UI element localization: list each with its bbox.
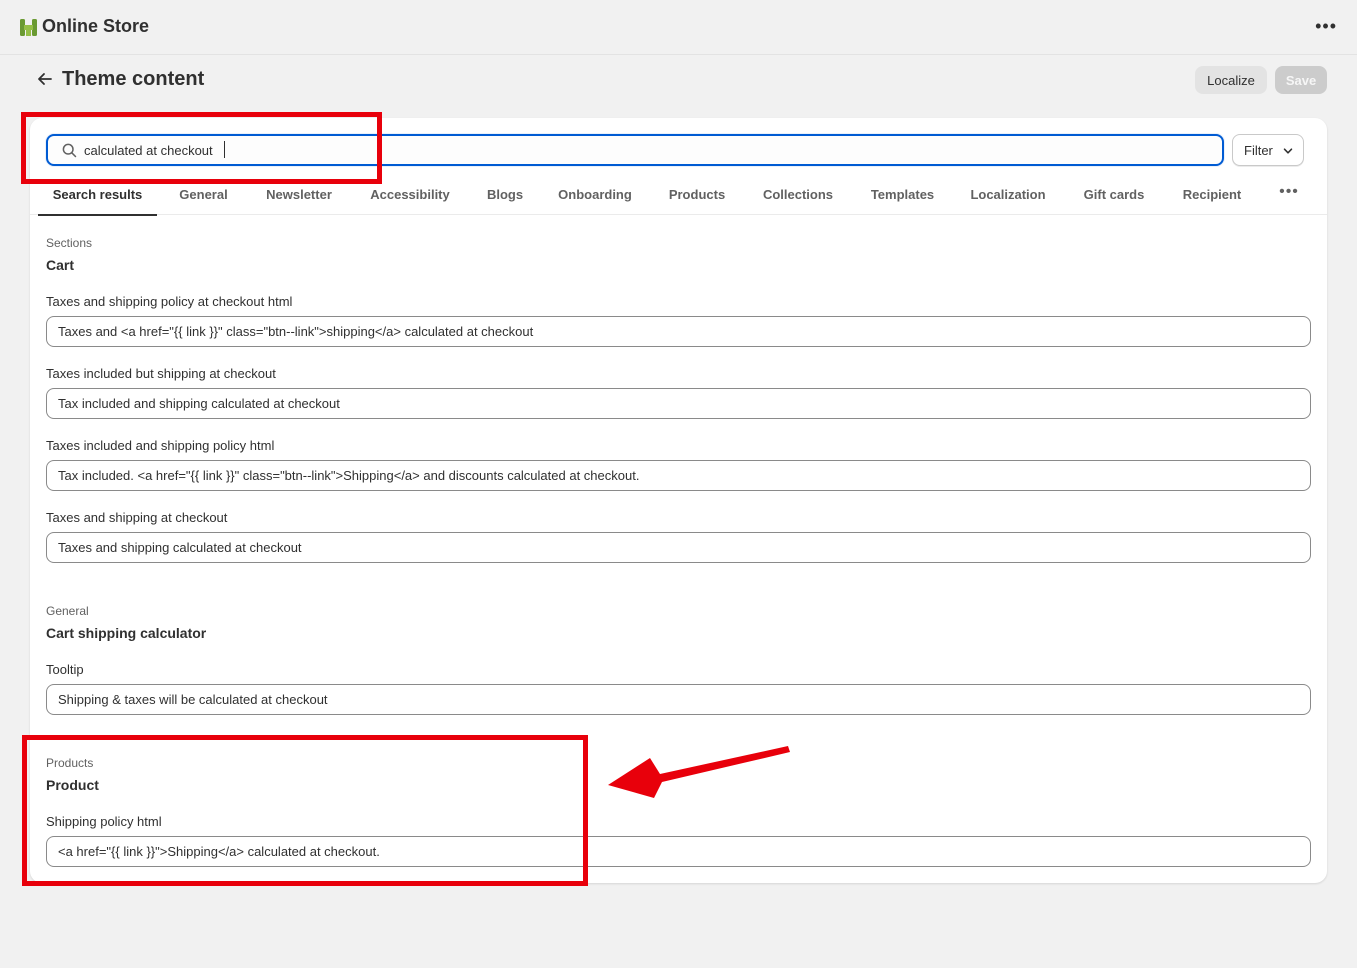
group-category: General bbox=[46, 604, 89, 618]
chevron-down-icon bbox=[1283, 148, 1293, 154]
tab-templates[interactable]: Templates bbox=[862, 174, 943, 215]
group-category: Sections bbox=[46, 236, 93, 250]
product-highlight-box bbox=[22, 735, 588, 886]
tab-products[interactable]: Products bbox=[660, 174, 734, 215]
back-arrow-icon[interactable] bbox=[34, 68, 56, 90]
tab-recipient[interactable]: Recipient bbox=[1173, 174, 1251, 215]
group-title: Cart bbox=[46, 257, 75, 273]
tab-gift-cards[interactable]: Gift cards bbox=[1075, 174, 1153, 215]
field-label: Taxes included but shipping at checkout bbox=[46, 366, 276, 381]
app-title: Online Store bbox=[42, 16, 150, 36]
search-highlight-box bbox=[21, 112, 382, 184]
page-title: Theme content bbox=[62, 68, 205, 90]
field-label: Tooltip bbox=[46, 662, 84, 677]
tab-localization[interactable]: Localization bbox=[962, 174, 1054, 215]
tab-blogs[interactable]: Blogs bbox=[477, 174, 533, 215]
text-field[interactable]: Tax included and shipping calculated at … bbox=[46, 388, 1311, 419]
online-store-icon bbox=[20, 19, 37, 36]
more-actions-icon[interactable]: ••• bbox=[1315, 17, 1337, 35]
text-field[interactable]: Shipping & taxes will be calculated at c… bbox=[46, 684, 1311, 715]
filter-label: Filter bbox=[1244, 142, 1273, 158]
top-bar: Online Store ••• bbox=[0, 0, 1357, 55]
text-field[interactable]: Taxes and shipping calculated at checkou… bbox=[46, 532, 1311, 563]
tab-collections[interactable]: Collections bbox=[752, 174, 844, 215]
save-button[interactable]: Save bbox=[1275, 66, 1327, 94]
filter-button[interactable]: Filter bbox=[1232, 134, 1304, 166]
text-field[interactable]: Taxes and <a href="{{ link }}" class="bt… bbox=[46, 316, 1311, 347]
group-title: Cart shipping calculator bbox=[46, 625, 207, 641]
field-label: Taxes and shipping policy at checkout ht… bbox=[46, 294, 293, 309]
more-tabs-icon[interactable]: ••• bbox=[1277, 174, 1301, 210]
tab-onboarding[interactable]: Onboarding bbox=[550, 174, 640, 215]
text-field[interactable]: Tax included. <a href="{{ link }}" class… bbox=[46, 460, 1311, 491]
field-label: Taxes and shipping at checkout bbox=[46, 510, 228, 525]
localize-button[interactable]: Localize bbox=[1195, 66, 1267, 94]
annotation-arrow-icon bbox=[608, 746, 790, 798]
field-label: Taxes included and shipping policy html bbox=[46, 438, 275, 453]
